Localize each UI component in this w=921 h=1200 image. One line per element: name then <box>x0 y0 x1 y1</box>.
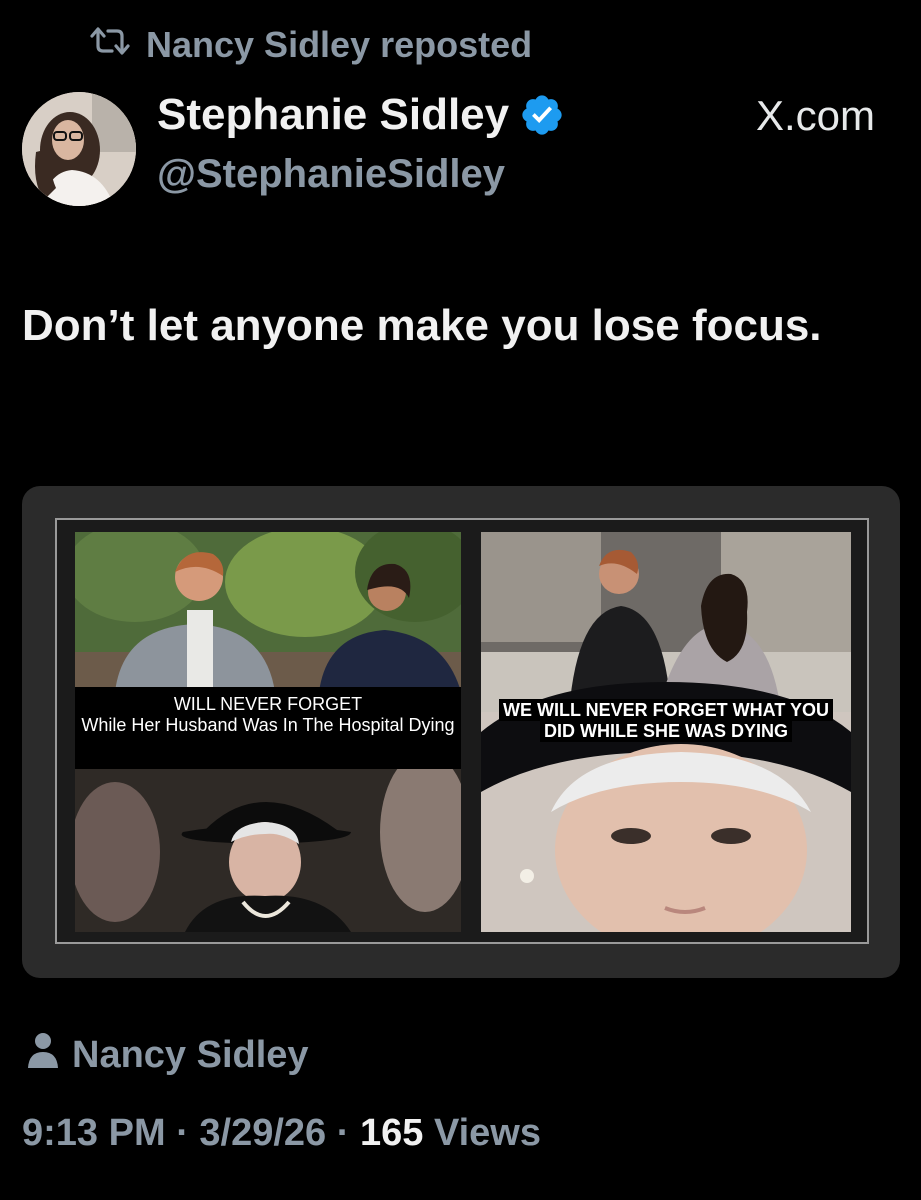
left-panel-caption: WILL NEVER FORGET While Her Husband Was … <box>75 687 461 769</box>
verified-badge-icon[interactable] <box>519 92 565 138</box>
meta-separator-2: · <box>336 1112 350 1154</box>
views-label: Views <box>433 1112 541 1154</box>
post-time[interactable]: 9:13 PM <box>22 1112 166 1154</box>
left-caption-line1: WILL NEVER FORGET <box>173 694 363 714</box>
person-icon <box>26 1030 60 1080</box>
post-meta-row: 9:13 PM · 3/29/26 · 165 Views <box>22 1112 541 1155</box>
collage-right-panel: WE WILL NEVER FORGET WHAT YOU DID WHILE … <box>481 532 851 932</box>
meta-separator: · <box>176 1112 189 1154</box>
collage-left-panel: WILL NEVER FORGET While Her Husband Was … <box>75 532 461 932</box>
repost-indicator[interactable]: Nancy Sidley reposted <box>88 22 532 68</box>
post-date[interactable]: 3/29/26 <box>199 1112 326 1154</box>
post-text: Don’t let anyone make you lose focus. <box>22 301 822 350</box>
repost-label: Nancy Sidley reposted <box>146 24 533 65</box>
repost-icon <box>88 24 132 67</box>
attribution-name[interactable]: Nancy Sidley <box>72 1034 309 1077</box>
author-block[interactable]: Stephanie Sidley @StephanieSidley <box>157 88 565 200</box>
views-count[interactable]: 165 <box>360 1112 423 1154</box>
avatar[interactable] <box>22 92 136 206</box>
meme-collage: WILL NEVER FORGET While Her Husband Was … <box>55 518 869 944</box>
right-caption-text: WE WILL NEVER FORGET WHAT YOU DID WHILE … <box>499 699 833 742</box>
author-handle[interactable]: @StephanieSidley <box>157 148 565 200</box>
author-display-name[interactable]: Stephanie Sidley <box>157 88 509 142</box>
attribution-row[interactable]: Nancy Sidley <box>26 1030 309 1080</box>
post-media[interactable]: WILL NEVER FORGET While Her Husband Was … <box>22 486 900 978</box>
right-panel-caption: WE WILL NEVER FORGET WHAT YOU DID WHILE … <box>485 699 847 742</box>
source-watermark: X.com <box>755 92 875 139</box>
left-caption-line2: While Her Husband Was In The Hospital Dy… <box>81 715 455 735</box>
